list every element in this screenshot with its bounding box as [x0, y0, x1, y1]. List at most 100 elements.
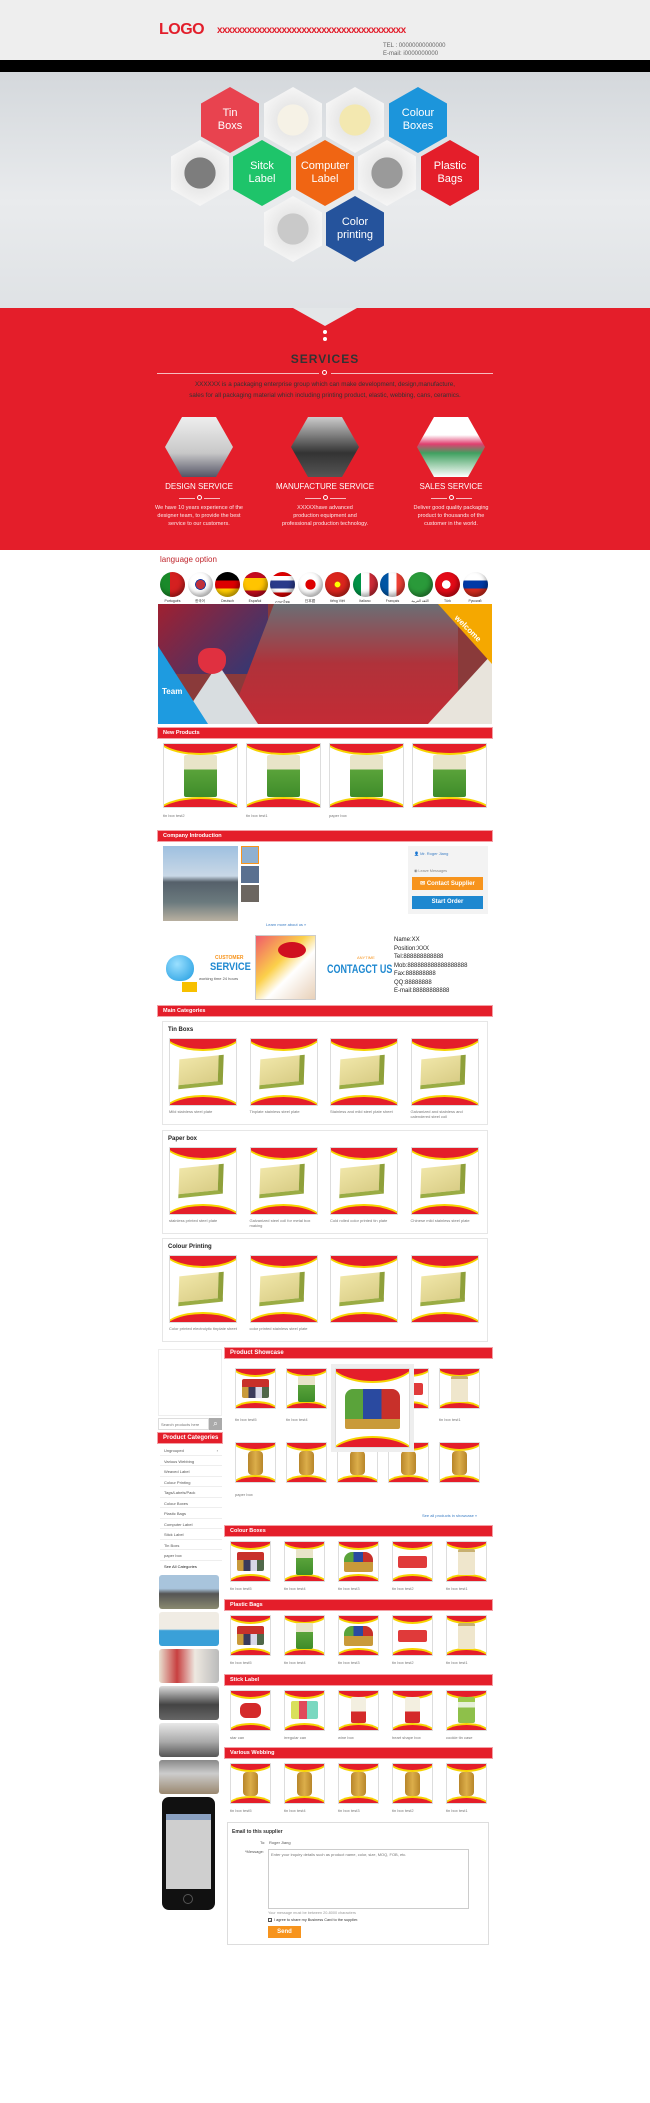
- sidebar-category-item[interactable]: Colour Boxes: [160, 1498, 222, 1508]
- showcase-zoom-preview[interactable]: [335, 1368, 410, 1448]
- product-image[interactable]: [230, 1541, 271, 1582]
- product-caption[interactable]: tin box test1: [439, 1417, 484, 1422]
- product-image[interactable]: [230, 1763, 271, 1804]
- product-image[interactable]: [169, 1255, 237, 1323]
- product-image[interactable]: [330, 1255, 398, 1323]
- product-caption[interactable]: tin box test4: [284, 1660, 334, 1665]
- product-image[interactable]: [392, 1690, 433, 1731]
- product-caption[interactable]: irregular can: [284, 1735, 334, 1740]
- product-caption[interactable]: heart shape box: [392, 1735, 442, 1740]
- product-caption[interactable]: tin box test2: [392, 1808, 442, 1813]
- learn-more-link[interactable]: Learn more about us »: [266, 922, 306, 927]
- language-label[interactable]: tiếng Việt: [323, 599, 353, 603]
- product-image[interactable]: [286, 1442, 327, 1483]
- product-image[interactable]: [284, 1763, 325, 1804]
- category-panel-title[interactable]: Tin Boxs: [168, 1027, 193, 1033]
- agree-checkbox[interactable]: ✓: [268, 1918, 272, 1923]
- language-label[interactable]: Türk: [433, 599, 463, 603]
- company-thumb[interactable]: [241, 846, 259, 864]
- language-flag-button[interactable]: [352, 572, 378, 597]
- sidebar-category-item[interactable]: Various Webbing: [160, 1456, 222, 1466]
- product-caption[interactable]: Galvanized and stainless and calendered …: [411, 1109, 479, 1119]
- language-label[interactable]: Français: [378, 599, 408, 603]
- product-caption[interactable]: tin box test5: [230, 1808, 280, 1813]
- send-button[interactable]: Send: [268, 1926, 301, 1938]
- product-image[interactable]: [446, 1541, 487, 1582]
- product-image[interactable]: [412, 743, 487, 808]
- product-image[interactable]: [284, 1615, 325, 1656]
- product-image[interactable]: [169, 1038, 237, 1106]
- language-flag-button[interactable]: [187, 572, 213, 597]
- language-label[interactable]: Português: [158, 599, 188, 603]
- category-panel-title[interactable]: Colour Printing: [168, 1244, 212, 1250]
- see-all-showcase-link[interactable]: See all products in showcase »: [422, 1513, 477, 1518]
- message-textarea[interactable]: [268, 1849, 469, 1909]
- sidebar-category-item[interactable]: Stick Label: [160, 1529, 222, 1540]
- language-flag-button[interactable]: [215, 572, 240, 597]
- product-image[interactable]: [439, 1442, 480, 1483]
- language-label[interactable]: Español: [240, 599, 270, 603]
- language-label[interactable]: اللغة العربية: [405, 599, 435, 603]
- sidebar-category-item[interactable]: Weaved Label: [160, 1466, 222, 1477]
- product-caption[interactable]: Stainless and mild steel plate sheet: [330, 1109, 398, 1114]
- product-caption[interactable]: Mild stainless steel plate: [169, 1109, 237, 1114]
- product-caption[interactable]: tin box test1: [446, 1808, 496, 1813]
- sidebar-category-item[interactable]: Colour Printing: [160, 1477, 222, 1487]
- product-caption[interactable]: tin box test3: [338, 1660, 388, 1665]
- language-flag-button[interactable]: [242, 572, 268, 597]
- language-flag-button[interactable]: [380, 572, 405, 597]
- product-caption[interactable]: tin box test2: [392, 1586, 442, 1591]
- product-caption[interactable]: star can: [230, 1735, 280, 1740]
- language-flag-button[interactable]: [160, 572, 185, 597]
- contact-person[interactable]: 👤 Mr. Roger Jiang: [414, 851, 448, 856]
- product-caption[interactable]: Cold rolled color printed tin plate: [330, 1218, 398, 1223]
- product-image[interactable]: [284, 1541, 325, 1582]
- start-order-button[interactable]: Start Order: [412, 896, 483, 909]
- product-caption[interactable]: tin box test5: [230, 1660, 280, 1665]
- product-image[interactable]: [330, 1147, 398, 1215]
- contact-supplier-button[interactable]: ✉ Contact Supplier: [412, 877, 483, 890]
- product-image[interactable]: [230, 1615, 271, 1656]
- sidebar-category-item[interactable]: Plastic Bags: [160, 1508, 222, 1519]
- category-panel-title[interactable]: Paper box: [168, 1136, 197, 1142]
- product-image[interactable]: [410, 1038, 479, 1106]
- product-caption[interactable]: Tinplate stainless steel plate: [250, 1109, 318, 1114]
- company-thumb[interactable]: [241, 885, 259, 902]
- product-image[interactable]: [338, 1541, 379, 1582]
- product-image[interactable]: [249, 1038, 318, 1106]
- language-label[interactable]: ภาษาไทย: [268, 599, 298, 605]
- product-image[interactable]: [338, 1615, 379, 1656]
- product-caption[interactable]: tin box test5: [230, 1586, 280, 1591]
- product-image[interactable]: [249, 1147, 318, 1215]
- search-icon[interactable]: ⌕: [209, 1418, 222, 1430]
- product-caption[interactable]: tin box test1: [246, 813, 321, 818]
- product-image[interactable]: [410, 1147, 479, 1215]
- product-caption[interactable]: cookie tin case: [446, 1735, 496, 1740]
- product-image[interactable]: [329, 743, 404, 808]
- product-image[interactable]: [163, 743, 238, 808]
- language-label[interactable]: Русский: [460, 599, 490, 603]
- language-label[interactable]: 日本語: [295, 599, 325, 604]
- product-caption[interactable]: tin box test4: [286, 1417, 331, 1422]
- product-image[interactable]: [337, 1442, 378, 1483]
- language-flag-button[interactable]: [297, 572, 323, 597]
- product-image[interactable]: [439, 1368, 480, 1409]
- product-caption[interactable]: stainless printed steel plate: [169, 1218, 237, 1223]
- sidebar-category-item[interactable]: Ungrouped ›: [160, 1445, 222, 1456]
- product-caption[interactable]: paper box: [329, 813, 404, 818]
- product-caption[interactable]: Chinese mild stainless steel plate: [411, 1218, 479, 1223]
- product-caption[interactable]: tin box test1: [446, 1586, 496, 1591]
- company-thumb[interactable]: [241, 866, 259, 883]
- product-image[interactable]: [388, 1442, 429, 1483]
- language-label[interactable]: 한국어: [185, 599, 215, 604]
- product-image[interactable]: [446, 1615, 487, 1656]
- sidebar-category-item[interactable]: Tin Boxs: [160, 1540, 222, 1550]
- product-caption[interactable]: Galvanized steel coil for metal box maki…: [250, 1218, 318, 1228]
- product-image[interactable]: [235, 1368, 276, 1409]
- sidebar-category-item[interactable]: paper box: [160, 1550, 222, 1561]
- product-caption[interactable]: tin box test2: [163, 813, 238, 818]
- product-image[interactable]: [338, 1690, 379, 1731]
- product-image[interactable]: [235, 1442, 276, 1483]
- product-caption[interactable]: color printed stainless steel plate: [250, 1326, 318, 1331]
- product-image[interactable]: [230, 1690, 271, 1731]
